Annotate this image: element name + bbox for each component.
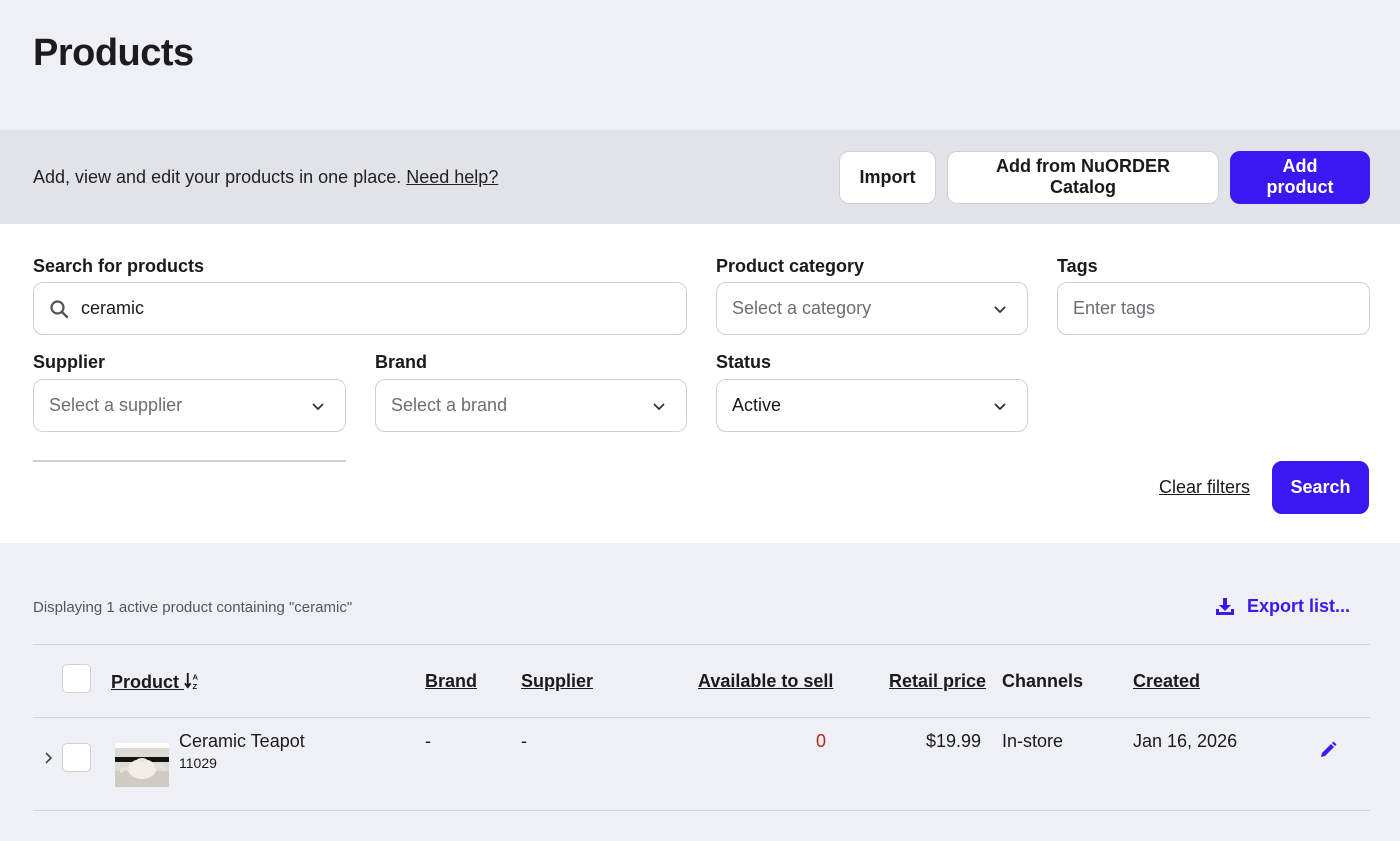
column-header-retail-price[interactable]: Retail price: [889, 671, 986, 692]
category-select[interactable]: Select a category: [716, 282, 1028, 335]
results-section: Displaying 1 active product containing "…: [0, 543, 1400, 841]
column-header-brand[interactable]: Brand: [425, 671, 477, 692]
supplier-select[interactable]: Select a supplier: [33, 379, 346, 432]
column-header-channels: Channels: [1002, 671, 1084, 691]
row-checkbox[interactable]: [62, 743, 91, 772]
brand-select[interactable]: Select a brand: [375, 379, 687, 432]
column-header-product[interactable]: Product A Z: [111, 671, 201, 693]
svg-text:A: A: [193, 673, 199, 682]
page-header: Products: [0, 0, 1400, 130]
chevron-down-icon: [653, 403, 665, 411]
tags-input[interactable]: Enter tags: [1057, 282, 1370, 335]
column-header-created[interactable]: Created: [1133, 671, 1200, 692]
results-summary: Displaying 1 active product containing "…: [33, 599, 353, 616]
product-available: 0: [816, 731, 827, 751]
product-supplier: -: [521, 731, 527, 751]
import-button[interactable]: Import: [839, 150, 936, 204]
search-icon: [50, 299, 69, 318]
chevron-down-icon: [312, 403, 324, 411]
category-placeholder: Select a category: [732, 298, 872, 318]
search-value: ceramic: [81, 298, 145, 318]
search-input[interactable]: ceramic: [33, 282, 687, 335]
table-bottom-border: [33, 810, 1370, 811]
select-all-checkbox[interactable]: [62, 664, 91, 693]
search-button[interactable]: Search: [1272, 461, 1369, 514]
product-channels: In-store: [1002, 731, 1064, 751]
product-name[interactable]: Ceramic Teapot: [179, 731, 305, 752]
chevron-right-icon[interactable]: [43, 750, 55, 766]
brand-label: Brand: [375, 352, 428, 372]
chevron-down-icon: [994, 403, 1006, 411]
status-select[interactable]: Active: [716, 379, 1028, 432]
column-header-available[interactable]: Available to sell: [698, 671, 833, 692]
banner-description: Add, view and edit your products in one …: [33, 166, 402, 187]
product-created: Jan 16, 2026: [1133, 731, 1238, 751]
column-header-supplier[interactable]: Supplier: [521, 671, 593, 692]
chevron-down-icon: [994, 306, 1006, 314]
tags-label: Tags: [1057, 256, 1098, 276]
add-from-catalog-button[interactable]: Add from NuORDER Catalog: [947, 150, 1219, 204]
need-help-link[interactable]: Need help?: [406, 167, 498, 187]
column-product-label: Product: [111, 672, 180, 692]
product-thumbnail: [115, 743, 169, 787]
filters-panel: Search for products ceramic Product cate…: [0, 224, 1400, 543]
product-brand: -: [425, 731, 431, 751]
product-retail-price: $19.99: [926, 731, 982, 751]
tags-placeholder: Enter tags: [1073, 298, 1156, 318]
add-product-button[interactable]: Add product: [1230, 150, 1370, 204]
table-header-border: [33, 717, 1370, 718]
export-label: Export list...: [1246, 596, 1350, 616]
download-icon: [1215, 597, 1234, 615]
pencil-icon[interactable]: [1319, 741, 1337, 759]
export-list-button[interactable]: Export list...: [1215, 596, 1350, 617]
supplier-label: Supplier: [33, 352, 106, 372]
sort-az-icon: A Z: [184, 673, 199, 691]
banner-actions: Import Add from NuORDER Catalog Add prod…: [839, 150, 1370, 204]
filters-divider: [33, 460, 346, 462]
clear-filters-link[interactable]: Clear filters: [1159, 477, 1250, 498]
banner-text: Add, view and edit your products in one …: [33, 167, 498, 188]
brand-placeholder: Select a brand: [391, 395, 508, 415]
svg-text:Z: Z: [193, 682, 198, 690]
status-value: Active: [732, 395, 782, 415]
info-banner: Add, view and edit your products in one …: [0, 130, 1400, 224]
search-label: Search for products: [33, 256, 205, 276]
status-label: Status: [716, 352, 772, 372]
table-top-border: [33, 644, 1370, 645]
supplier-placeholder: Select a supplier: [49, 395, 183, 415]
category-label: Product category: [716, 256, 865, 276]
product-sku: 11029: [179, 755, 217, 771]
page-title: Products: [33, 32, 194, 74]
